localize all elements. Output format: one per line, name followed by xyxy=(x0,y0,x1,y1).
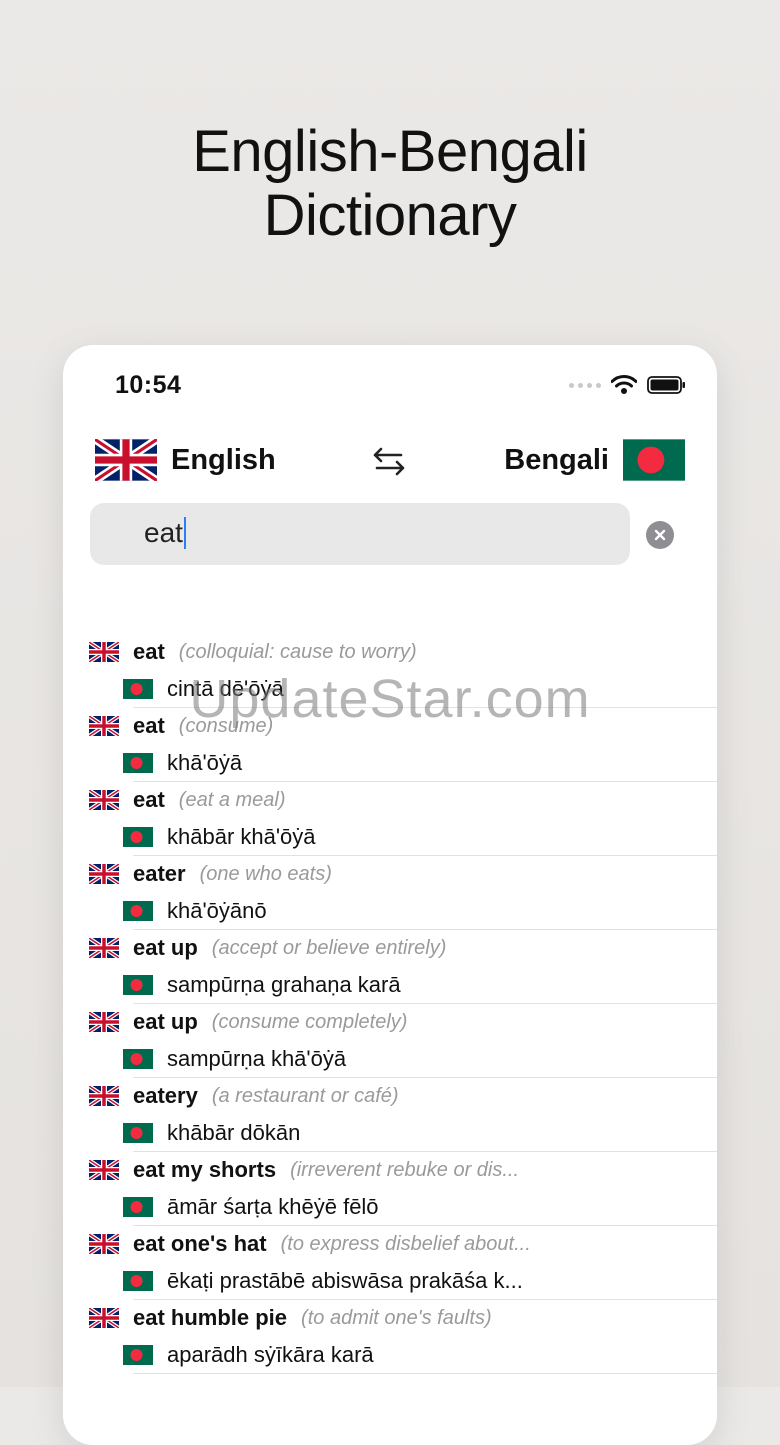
uk-flag-icon xyxy=(89,790,119,810)
cellular-signal-icon xyxy=(569,382,601,388)
entry-note: (one who eats) xyxy=(199,862,332,885)
result-entry[interactable]: eat my shorts (irreverent rebuke or dis..… xyxy=(63,1135,717,1226)
uk-flag-icon xyxy=(89,864,119,884)
uk-flag-icon xyxy=(89,1012,119,1032)
entry-word: eatery xyxy=(133,1083,198,1108)
phone-screen: 10:54 English Bengali eat eat (colloquia… xyxy=(63,345,717,1445)
entry-source-row: eat my shorts (irreverent rebuke or dis..… xyxy=(89,1155,519,1185)
result-entry[interactable]: eat one's hat (to express disbelief about… xyxy=(63,1209,717,1300)
promo-title-line-1: English-Bengali xyxy=(192,119,588,184)
uk-flag-icon xyxy=(89,716,119,736)
battery-icon xyxy=(647,376,685,394)
entry-word: eat up xyxy=(133,935,198,960)
entry-note: (colloquial: cause to worry) xyxy=(178,640,417,663)
source-language-label: English xyxy=(171,443,276,476)
clear-search-button[interactable] xyxy=(646,521,674,549)
result-entry[interactable]: eat (eat a meal) khābār khā'ōẏā xyxy=(63,765,717,856)
entry-source-row: eat (eat a meal) xyxy=(89,785,286,815)
result-entry[interactable]: eat (consume) khā'ōẏā xyxy=(63,691,717,782)
entry-note: (accept or believe entirely) xyxy=(211,936,447,959)
results-list: eat (colloquial: cause to worry) cintā dē'… xyxy=(63,617,717,1374)
entry-source-row: eat up (accept or believe entirely) xyxy=(89,933,446,963)
promo-headline: English-Bengali Dictionary xyxy=(0,120,780,248)
entry-source-row: eatery (a restaurant or café) xyxy=(89,1081,399,1111)
result-entry[interactable]: eat up (accept or believe entirely) sampūr… xyxy=(63,913,717,1004)
entry-translation: aparādh sẏīkāra karā xyxy=(167,1342,374,1367)
entry-word: eater xyxy=(133,861,186,886)
uk-flag-icon xyxy=(89,1308,119,1328)
uk-flag-icon xyxy=(89,1234,119,1254)
entry-target-row: aparādh sẏīkāra karā xyxy=(123,1340,374,1370)
language-bar: English Bengali xyxy=(95,439,685,483)
uk-flag-icon xyxy=(89,938,119,958)
status-icons xyxy=(569,375,687,395)
result-entry[interactable]: eat (colloquial: cause to worry) cintā dē'… xyxy=(63,617,717,708)
entry-source-row: eat (colloquial: cause to worry) xyxy=(89,637,417,667)
uk-flag-icon xyxy=(89,1160,119,1180)
entry-source-row: eat humble pie (to admit one's faults) xyxy=(89,1303,492,1333)
uk-flag-icon xyxy=(89,642,119,662)
divider xyxy=(133,1373,717,1374)
entry-note: (consume completely) xyxy=(211,1010,408,1033)
entry-note: (irreverent rebuke or dis... xyxy=(290,1158,520,1181)
result-entry[interactable]: eatery (a restaurant or café) khābār dōkān xyxy=(63,1061,717,1152)
entry-source-row: eater (one who eats) xyxy=(89,859,332,889)
result-entry[interactable]: eater (one who eats) khā'ōẏānō xyxy=(63,839,717,930)
uk-flag-icon xyxy=(95,439,157,481)
entry-word: eat humble pie xyxy=(133,1305,288,1330)
entry-word: eat xyxy=(133,639,165,664)
entry-word: eat up xyxy=(133,1009,198,1034)
uk-flag-icon xyxy=(89,1086,119,1106)
result-entry[interactable]: eat up (consume completely) sampūrṇa khā'ō… xyxy=(63,987,717,1078)
entry-source-row: eat up (consume completely) xyxy=(89,1007,407,1037)
target-language-label: Bengali xyxy=(504,443,609,476)
entry-note: (to admit one's faults) xyxy=(301,1306,492,1329)
close-icon xyxy=(654,529,666,541)
entry-source-row: eat one's hat (to express disbelief about… xyxy=(89,1229,531,1259)
swap-arrows-icon[interactable] xyxy=(371,441,407,481)
result-entry[interactable]: eat humble pie (to admit one's faults) apa… xyxy=(63,1283,717,1374)
entry-note: (eat a meal) xyxy=(178,788,286,811)
entry-note: (consume) xyxy=(178,714,274,737)
entry-note: (a restaurant or café) xyxy=(211,1084,399,1107)
search-field-text: eat xyxy=(144,517,186,549)
entry-word: eat my shorts xyxy=(133,1157,277,1182)
target-language-selector[interactable]: Bengali xyxy=(504,439,685,481)
entry-note: (to express disbelief about... xyxy=(280,1232,531,1255)
search-value: eat xyxy=(144,517,183,548)
search-input[interactable]: eat xyxy=(90,503,630,565)
promo-title-line-2: Dictionary xyxy=(263,183,517,248)
entry-word: eat one's hat xyxy=(133,1231,267,1256)
entry-word: eat xyxy=(133,787,165,812)
wifi-icon xyxy=(611,375,637,394)
status-time: 10:54 xyxy=(115,371,182,399)
source-language-selector[interactable]: English xyxy=(95,439,276,481)
bangladesh-flag-icon xyxy=(123,1345,153,1365)
bangladesh-flag-icon xyxy=(623,439,685,481)
entry-source-row: eat (consume) xyxy=(89,711,273,741)
entry-word: eat xyxy=(133,713,165,738)
text-caret xyxy=(183,517,186,549)
